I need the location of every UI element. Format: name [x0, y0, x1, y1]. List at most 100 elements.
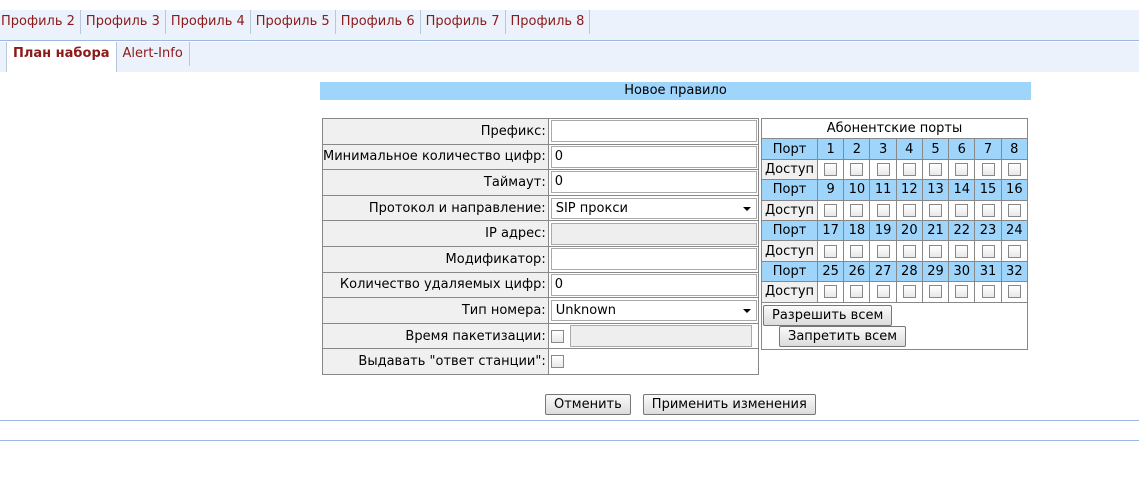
port-access-checkbox[interactable]: [929, 203, 943, 217]
port-number: 15: [974, 179, 1002, 201]
port-access-row: Доступ: [761, 240, 1029, 262]
port-number: 13: [921, 179, 950, 201]
port-access-checkbox[interactable]: [929, 162, 943, 176]
port-access-checkbox[interactable]: [824, 244, 838, 258]
port-access-checkbox[interactable]: [955, 285, 969, 299]
station-answer-checkbox[interactable]: [550, 355, 564, 369]
port-number: 24: [1000, 219, 1029, 242]
port-access-checkbox[interactable]: [902, 162, 916, 176]
port-access-checkbox[interactable]: [850, 203, 864, 217]
prefix-row: Префикс:: [322, 118, 759, 145]
port-access-checkbox[interactable]: [929, 285, 943, 299]
ip-row: IP адрес:: [322, 220, 759, 247]
number-type-select[interactable]: Unknown: [550, 299, 757, 321]
prefix-input[interactable]: [550, 120, 757, 143]
protocol-row: Протокол и направление: SIP прокси: [322, 194, 759, 222]
deleted-digits-label: Количество удаляемых цифр:: [322, 271, 549, 299]
port-number: 12: [895, 179, 923, 201]
tab-alert-info[interactable]: Alert-Info: [117, 42, 190, 66]
port-number: 1: [816, 138, 845, 160]
port-number: 3: [869, 138, 897, 160]
ip-label: IP адрес:: [322, 220, 549, 247]
port-number: 4: [895, 138, 923, 160]
port-access-cell: [895, 240, 923, 262]
min-digits-label: Минимальное количество цифр:: [322, 143, 549, 171]
access-row-label: Доступ: [761, 281, 818, 303]
port-number: 6: [948, 138, 976, 160]
protocol-select[interactable]: SIP прокси: [550, 197, 757, 219]
port-row-label: Порт: [761, 179, 818, 201]
port-access-checkbox[interactable]: [981, 203, 995, 217]
port-access-checkbox[interactable]: [929, 244, 943, 258]
divider: [0, 440, 1139, 441]
tab-profile-3[interactable]: Профиль 3: [81, 10, 166, 34]
port-access-checkbox[interactable]: [824, 285, 838, 299]
tab-profile-7[interactable]: Профиль 7: [421, 10, 506, 34]
timeout-input[interactable]: 0: [550, 171, 757, 194]
port-number: 28: [895, 260, 923, 283]
port-access-checkbox[interactable]: [850, 244, 864, 258]
port-number: 11: [869, 179, 897, 201]
port-access-cell: [974, 240, 1002, 262]
tab-profile-5[interactable]: Профиль 5: [251, 10, 336, 34]
port-access-checkbox[interactable]: [1007, 244, 1021, 258]
port-number: 5: [921, 138, 950, 160]
port-access-checkbox[interactable]: [824, 162, 838, 176]
port-access-checkbox[interactable]: [850, 285, 864, 299]
port-access-checkbox[interactable]: [955, 162, 969, 176]
port-access-checkbox[interactable]: [902, 244, 916, 258]
port-number: 25: [816, 260, 845, 283]
prefix-label: Префикс:: [322, 118, 549, 145]
port-number: 16: [1000, 179, 1029, 201]
tab-profile-4[interactable]: Профиль 4: [166, 10, 251, 34]
port-access-checkbox[interactable]: [902, 203, 916, 217]
tab-profile-2[interactable]: Профиль 2: [0, 10, 81, 34]
number-type-label: Тип номера:: [322, 297, 549, 324]
port-access-cell: [948, 240, 976, 262]
tab-dial-plan[interactable]: План набора: [6, 42, 117, 72]
port-access-checkbox[interactable]: [1007, 162, 1021, 176]
port-access-checkbox[interactable]: [981, 244, 995, 258]
tab-profile-6[interactable]: Профиль 6: [336, 10, 421, 34]
apply-button[interactable]: Применить изменения: [642, 394, 816, 415]
ports-title: Абонентские порты: [761, 117, 1028, 140]
port-access-checkbox[interactable]: [876, 203, 890, 217]
tab-profile-8[interactable]: Профиль 8: [506, 10, 591, 34]
port-number: 19: [869, 219, 897, 242]
port-access-checkbox[interactable]: [876, 244, 890, 258]
port-access-cell: [1000, 158, 1029, 181]
modifier-input[interactable]: [550, 248, 757, 271]
port-number-row: Порт 17 18 19 20 21 22 23 24: [761, 219, 1029, 242]
packet-time-checkbox[interactable]: [550, 329, 564, 343]
port-access-checkbox[interactable]: [850, 162, 864, 176]
port-access-checkbox[interactable]: [981, 162, 995, 176]
packet-time-input[interactable]: [569, 325, 752, 348]
form-actions: Отменить Применить изменения: [545, 394, 816, 415]
port-access-cell: [921, 240, 950, 262]
port-access-cell: [816, 199, 845, 221]
port-access-checkbox[interactable]: [955, 203, 969, 217]
port-access-checkbox[interactable]: [902, 285, 916, 299]
port-number: 18: [843, 219, 871, 242]
port-number: 29: [921, 260, 950, 283]
port-access-checkbox[interactable]: [876, 162, 890, 176]
access-row-label: Доступ: [761, 240, 818, 262]
port-access-cell: [974, 158, 1002, 181]
port-access-checkbox[interactable]: [981, 285, 995, 299]
ports-buttons-row: Разрешить всемЗапретить всем: [761, 301, 1028, 350]
cancel-button[interactable]: Отменить: [545, 394, 631, 415]
port-access-cell: [895, 281, 923, 303]
min-digits-input[interactable]: 0: [550, 145, 757, 168]
divider: [0, 420, 1139, 421]
ip-input[interactable]: [550, 222, 757, 245]
deleted-digits-input[interactable]: 0: [550, 273, 757, 296]
port-access-cell: [1000, 240, 1029, 262]
port-access-checkbox[interactable]: [876, 285, 890, 299]
port-access-checkbox[interactable]: [1007, 285, 1021, 299]
sub-tab-bar: План набора Alert-Info: [0, 42, 1139, 72]
port-access-checkbox[interactable]: [1007, 203, 1021, 217]
deny-all-button[interactable]: Запретить всем: [779, 325, 907, 347]
port-access-checkbox[interactable]: [955, 244, 969, 258]
allow-all-button[interactable]: Разрешить всем: [763, 304, 893, 326]
port-access-checkbox[interactable]: [824, 203, 838, 217]
